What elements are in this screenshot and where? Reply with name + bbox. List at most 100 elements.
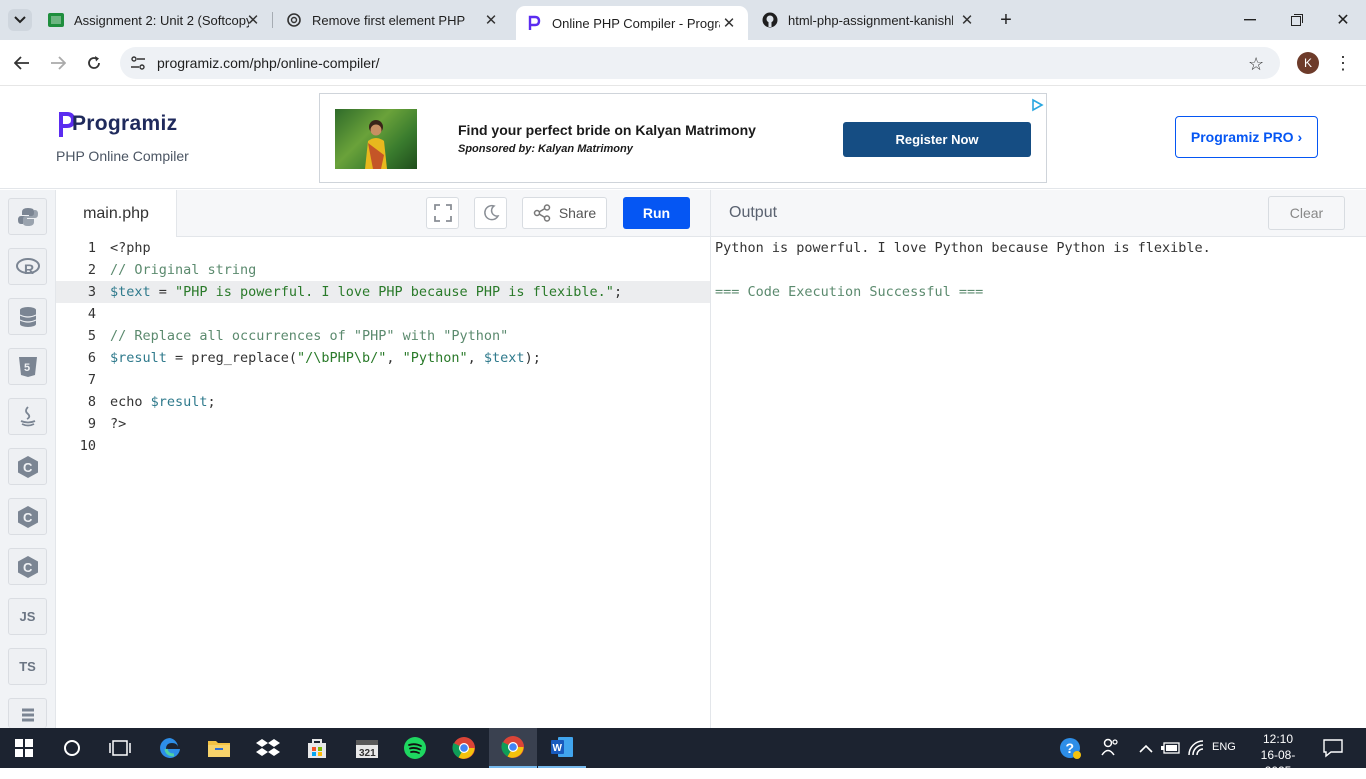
code-line[interactable]: ?> xyxy=(110,416,126,432)
new-tab-plus-icon[interactable]: + xyxy=(994,9,1018,31)
run-button[interactable]: Run xyxy=(623,197,690,229)
close-tab-icon[interactable]: ✕ xyxy=(720,14,738,32)
clear-button[interactable]: Clear xyxy=(1268,196,1345,230)
dark-mode-button[interactable] xyxy=(474,197,507,229)
fullscreen-button[interactable] xyxy=(426,197,459,229)
help-tray-icon[interactable]: ? xyxy=(1059,737,1081,764)
code-token: // Replace all occurrences of "PHP" with… xyxy=(110,328,509,344)
code-line[interactable]: <?php xyxy=(110,240,151,256)
tab-assignment[interactable]: Assignment 2: Unit 2 (Softcopy ✕ xyxy=(40,0,272,40)
bookmark-star-icon[interactable]: ☆ xyxy=(1248,54,1264,75)
url-text[interactable]: programiz.com/php/online-compiler/ xyxy=(157,55,380,71)
notification-icon[interactable] xyxy=(1323,738,1343,763)
search-button[interactable] xyxy=(48,728,96,768)
sidebar-item-ts[interactable]: TS xyxy=(8,648,47,685)
reload-icon[interactable] xyxy=(81,50,107,76)
calendar-icon: 321 xyxy=(356,740,378,759)
close-window-icon[interactable]: ✕ xyxy=(1333,10,1353,30)
share-button[interactable]: Share xyxy=(522,197,607,229)
sidebar-item-c[interactable]: C xyxy=(8,448,47,485)
code-token: , xyxy=(386,350,403,366)
code-line[interactable]: $result = preg_replace("/\bPHP\b/", "Pyt… xyxy=(110,350,541,366)
spotify-app[interactable] xyxy=(391,728,439,768)
github-icon xyxy=(762,12,778,28)
tab-remove-first-element[interactable]: Remove first element PHP ✕ xyxy=(278,0,510,40)
adchoices-icon[interactable] xyxy=(1030,98,1044,117)
ad-headline: Find your perfect bride on Kalyan Matrim… xyxy=(458,122,756,138)
code-line[interactable]: $text = "PHP is powerful. I love PHP bec… xyxy=(110,284,622,300)
sidebar-item-more[interactable] xyxy=(8,698,47,728)
file-explorer-app[interactable] xyxy=(195,728,243,768)
sidebar-item-sql[interactable] xyxy=(8,298,47,335)
tab-search-button[interactable] xyxy=(8,9,32,31)
sidebar-item-js[interactable]: JS xyxy=(8,598,47,635)
address-bar[interactable]: programiz.com/php/online-compiler/ ☆ xyxy=(120,47,1280,79)
programiz-pro-button[interactable]: Programiz PRO › xyxy=(1175,116,1318,158)
output-line: === Code Execution Successful === xyxy=(715,284,984,300)
sidebar-item-cpp[interactable]: C xyxy=(8,498,47,535)
code-editor[interactable]: 1 <?php 2 // Original string 3 $text = "PHP i… xyxy=(56,237,710,728)
sidebar-item-python[interactable] xyxy=(8,198,47,235)
chevron-down-icon xyxy=(14,16,26,24)
store-bag-icon xyxy=(308,739,326,758)
input-language[interactable]: ENG xyxy=(1212,741,1236,753)
csharp-icon: C xyxy=(17,555,38,578)
code-token: = preg_replace( xyxy=(166,350,297,366)
system-clock[interactable]: 12:10 16-08-2025 xyxy=(1248,731,1308,779)
search-circle-icon xyxy=(64,740,80,756)
close-tab-icon[interactable]: ✕ xyxy=(482,11,500,29)
back-arrow-icon[interactable] xyxy=(9,50,35,76)
people-tray-icon[interactable] xyxy=(1101,738,1119,761)
svg-text:C: C xyxy=(23,460,33,475)
sidebar-item-r[interactable]: R xyxy=(8,248,47,285)
browser-menu-icon[interactable]: ⋮ xyxy=(1334,50,1352,76)
calendar-app[interactable]: 321 xyxy=(343,728,391,768)
tab-title: html-php-assignment-kanishka xyxy=(788,12,953,28)
programiz-logo[interactable]: Programiz xyxy=(57,110,177,138)
forward-arrow-icon[interactable] xyxy=(45,50,71,76)
tab-online-php-compiler[interactable]: Online PHP Compiler - Program ✕ xyxy=(516,6,748,40)
output-console[interactable]: Python is powerful. I love Python becaus… xyxy=(711,237,1366,728)
profile-avatar[interactable]: K xyxy=(1297,52,1319,74)
word-app[interactable]: W xyxy=(538,728,586,768)
folder-icon xyxy=(208,741,230,757)
code-token: ?> xyxy=(110,416,127,432)
close-tab-icon[interactable]: ✕ xyxy=(244,11,262,29)
advertisement-banner[interactable]: Find your perfect bride on Kalyan Matrim… xyxy=(319,93,1047,183)
wifi-icon[interactable] xyxy=(1187,740,1205,761)
code-token: , xyxy=(467,350,484,366)
start-button[interactable] xyxy=(0,728,48,768)
code-line[interactable]: // Replace all occurrences of "PHP" with… xyxy=(110,328,508,344)
tab-title: Remove first element PHP xyxy=(312,12,466,28)
code-token: = xyxy=(150,284,176,300)
code-token: $text xyxy=(110,284,151,300)
tab-github[interactable]: html-php-assignment-kanishka ✕ xyxy=(754,0,986,40)
sidebar-item-java[interactable] xyxy=(8,398,47,435)
chevron-up-icon[interactable] xyxy=(1139,741,1153,759)
edge-app[interactable] xyxy=(146,728,194,768)
line-number: 7 xyxy=(87,372,96,388)
edge-icon xyxy=(160,738,180,758)
chrome-app-2[interactable] xyxy=(489,728,537,768)
task-view-button[interactable] xyxy=(96,728,144,768)
sidebar-item-html[interactable]: 5 xyxy=(8,348,47,385)
svg-text:R: R xyxy=(24,261,34,277)
battery-icon[interactable] xyxy=(1161,741,1181,760)
ad-register-button[interactable]: Register Now xyxy=(843,122,1031,157)
store-app[interactable] xyxy=(293,728,341,768)
ad-sponsor: Sponsored by: Kalyan Matrimony xyxy=(458,143,633,155)
minimize-icon[interactable] xyxy=(1240,10,1260,30)
site-settings-icon[interactable] xyxy=(130,55,146,76)
sidebar-item-csharp[interactable]: C xyxy=(8,548,47,585)
code-line[interactable]: // Original string xyxy=(110,262,256,278)
restore-icon[interactable] xyxy=(1287,10,1307,30)
html-icon: 5 xyxy=(18,356,37,377)
chrome-app-1[interactable] xyxy=(440,728,488,768)
close-tab-icon[interactable]: ✕ xyxy=(958,11,976,29)
dropbox-app[interactable] xyxy=(244,728,292,768)
code-line[interactable]: echo $result; xyxy=(110,394,216,410)
line-number: 4 xyxy=(87,306,96,322)
file-tab-main-php[interactable]: main.php xyxy=(56,190,177,237)
output-title: Output xyxy=(729,204,778,221)
line-number: 5 xyxy=(87,328,96,344)
